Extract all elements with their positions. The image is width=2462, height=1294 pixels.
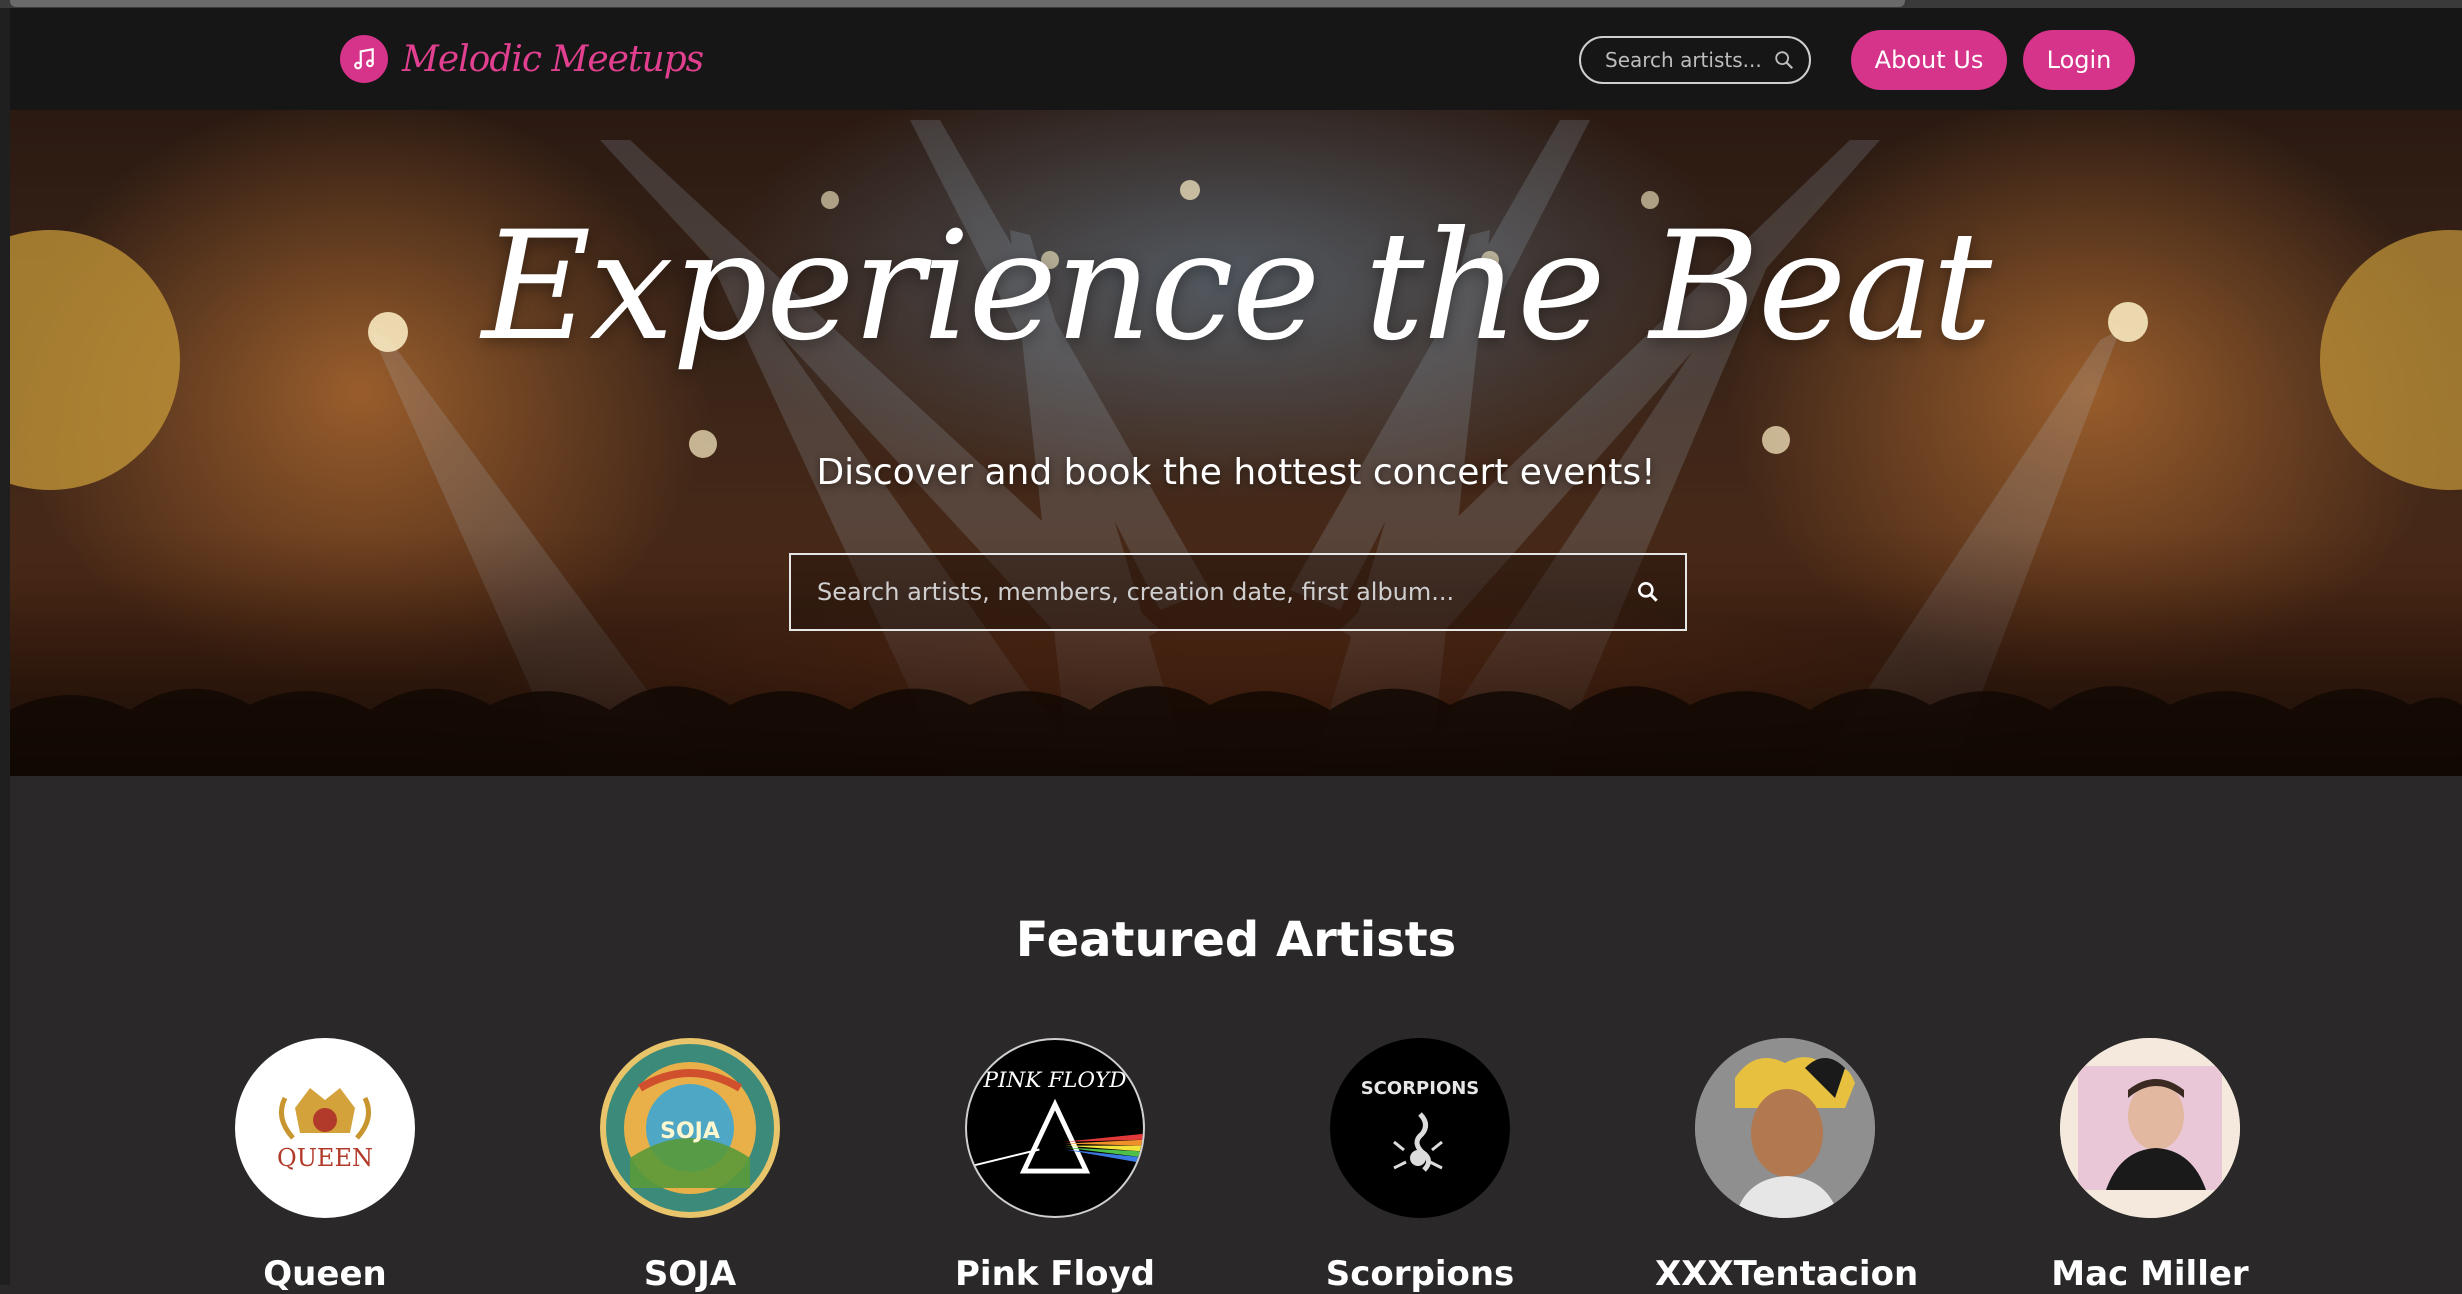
artist-avatar[interactable] xyxy=(1695,1038,1875,1218)
artist-card-xxxtentacion[interactable]: XXXTentacion xyxy=(1655,1038,1918,1294)
artist-card-pink-floyd[interactable]: PINK FLOYD Pink Floyd xyxy=(925,1038,1185,1294)
music-note-icon xyxy=(340,35,388,83)
hero-subtitle: Discover and book the hottest concert ev… xyxy=(816,452,1656,493)
top-navbar: Melodic Meetups About Us Login xyxy=(10,8,2462,110)
hero-title: Experience the Beat xyxy=(481,200,1992,374)
mac-miller-portrait xyxy=(2060,1038,2240,1218)
soja-album-art: SOJA xyxy=(606,1044,774,1212)
artist-card-soja[interactable]: SOJA SOJA xyxy=(560,1038,820,1294)
artist-name[interactable]: Queen xyxy=(195,1254,455,1294)
artist-avatar[interactable] xyxy=(2060,1038,2240,1218)
artist-avatar[interactable]: SOJA xyxy=(600,1038,780,1218)
artist-card-mac-miller[interactable]: Mac Miller xyxy=(2020,1038,2280,1294)
svg-text:QUEEN: QUEEN xyxy=(277,1144,373,1172)
artist-name[interactable]: Pink Floyd xyxy=(925,1254,1185,1294)
queen-crest-logo: QUEEN xyxy=(277,1088,373,1172)
featured-artists-list: QUEEN Queen SOJA SOJA PINK FLOYD Pink Fl… xyxy=(10,1038,2462,1294)
window-left-edge xyxy=(0,8,10,1285)
artist-name[interactable]: XXXTentacion xyxy=(1655,1254,1918,1294)
browser-top-strip xyxy=(0,0,2462,8)
artist-name[interactable]: SOJA xyxy=(560,1254,820,1294)
nav-search-box[interactable] xyxy=(1579,36,1811,84)
search-icon[interactable] xyxy=(1635,579,1661,605)
svg-text:SCORPIONS: SCORPIONS xyxy=(1361,1078,1480,1099)
search-icon[interactable] xyxy=(1773,49,1795,71)
artist-card-scorpions[interactable]: SCORPIONS Scorpions xyxy=(1290,1038,1550,1294)
svg-text:SOJA: SOJA xyxy=(660,1119,720,1144)
brand-name: Melodic Meetups xyxy=(402,38,704,80)
hero-search-box[interactable] xyxy=(789,553,1687,631)
pink-floyd-prism-logo: PINK FLOYD xyxy=(974,1068,1143,1174)
xxxtentacion-portrait xyxy=(1695,1038,1875,1218)
artist-card-queen[interactable]: QUEEN Queen xyxy=(195,1038,455,1294)
brand-logo[interactable]: Melodic Meetups xyxy=(340,35,704,83)
artist-avatar[interactable]: PINK FLOYD xyxy=(965,1038,1145,1218)
about-us-button[interactable]: About Us xyxy=(1851,30,2007,90)
browser-tab-bar xyxy=(10,0,1905,7)
hero-search-input[interactable] xyxy=(815,577,1635,607)
nav-search-input[interactable] xyxy=(1603,47,1773,73)
login-button[interactable]: Login xyxy=(2023,30,2135,90)
artist-avatar[interactable]: SCORPIONS xyxy=(1330,1038,1510,1218)
scorpions-logo: SCORPIONS xyxy=(1361,1078,1480,1172)
artist-avatar[interactable]: QUEEN xyxy=(235,1038,415,1218)
artist-name[interactable]: Scorpions xyxy=(1290,1254,1550,1294)
featured-artists-title: Featured Artists xyxy=(1015,911,1457,968)
svg-text:PINK FLOYD: PINK FLOYD xyxy=(983,1068,1127,1093)
artist-name[interactable]: Mac Miller xyxy=(2020,1254,2280,1294)
hero-banner: Experience the Beat Discover and book th… xyxy=(10,110,2462,776)
